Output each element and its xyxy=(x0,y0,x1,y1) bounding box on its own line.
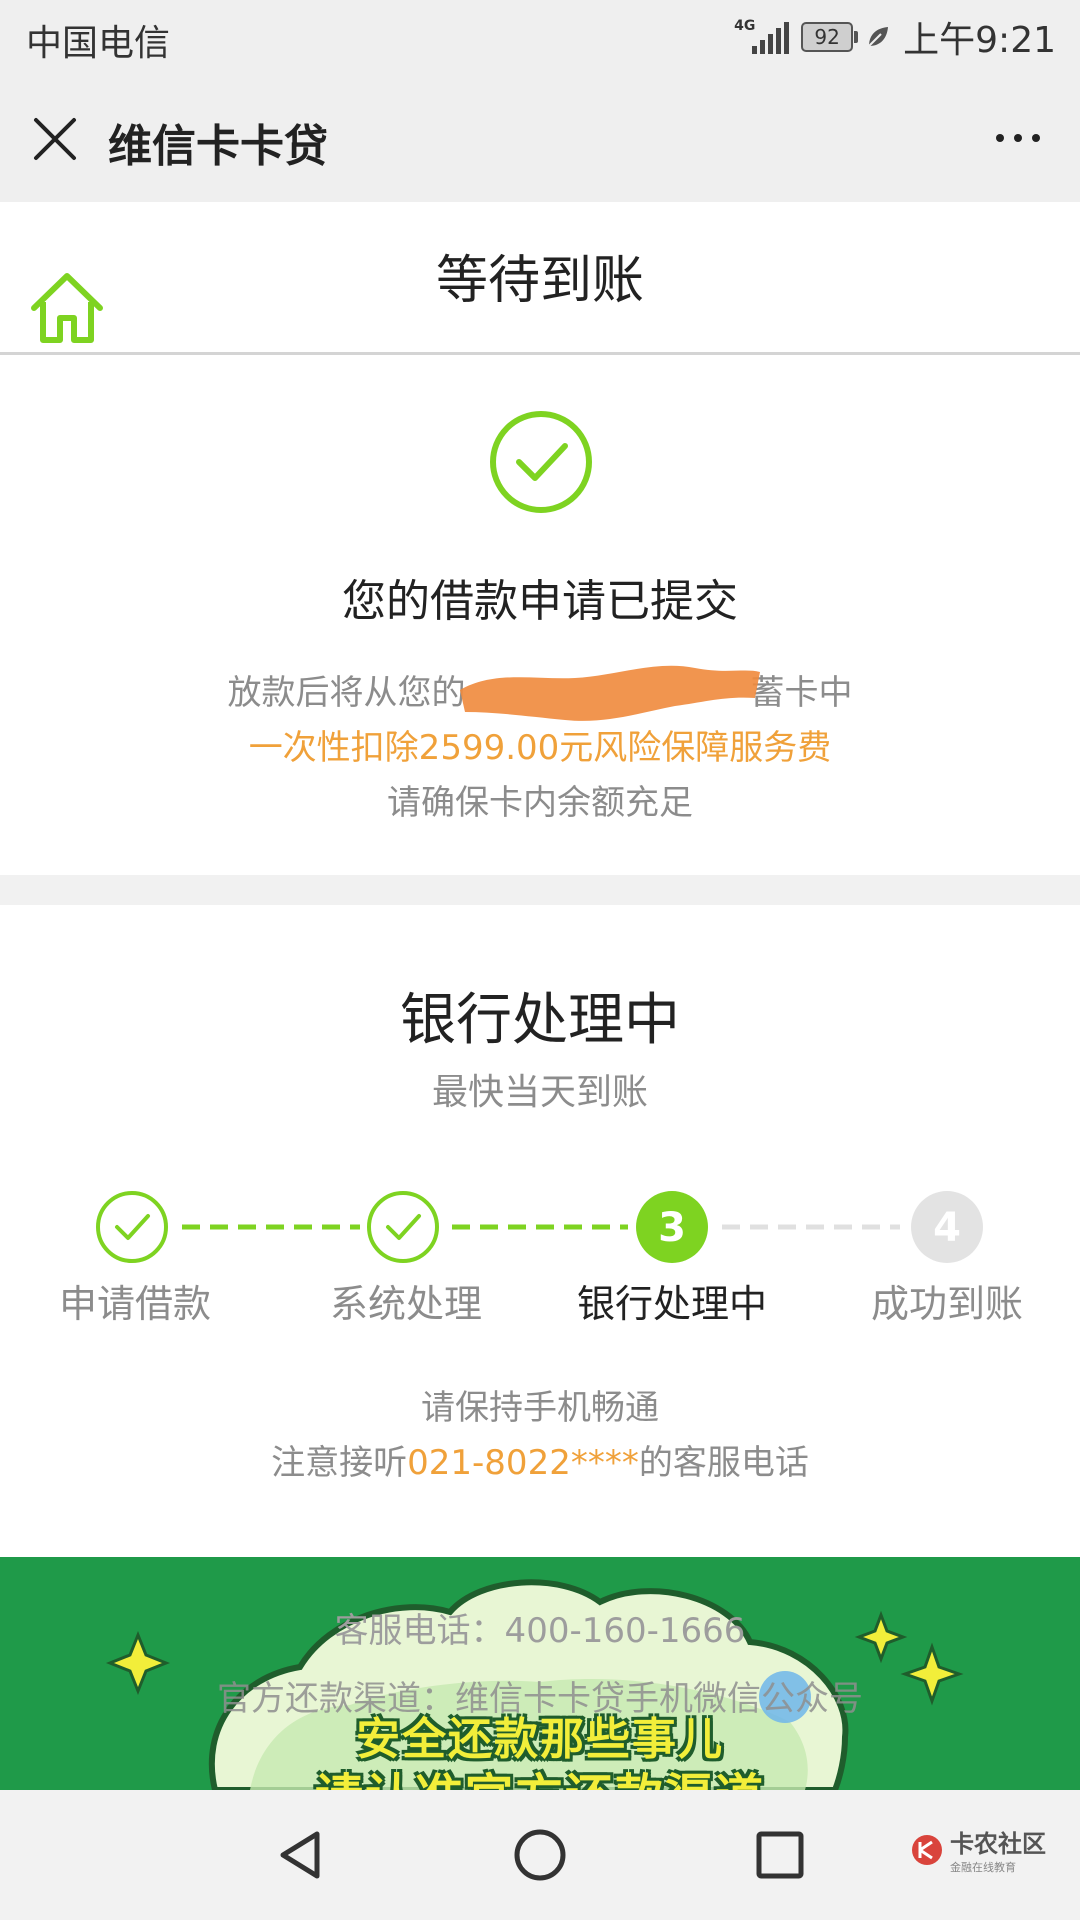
section-divider xyxy=(0,875,1080,905)
step-1-check-icon xyxy=(96,1191,168,1263)
step-4-pending: 4 xyxy=(911,1191,983,1263)
processing-title: 银行处理中 xyxy=(400,988,680,1053)
submission-title: 您的借款申请已提交 xyxy=(342,576,738,627)
call-hint-prefix: 注意接听 xyxy=(271,1443,408,1483)
app-title: 维信卡卡贷 xyxy=(108,121,328,172)
svg-text:4: 4 xyxy=(933,1205,961,1251)
keep-phone-hint: 请保持手机畅通 xyxy=(421,1388,659,1428)
redaction-scribble xyxy=(460,665,760,721)
carrier-label: 中国电信 xyxy=(26,23,171,64)
signal-icon: 4G xyxy=(734,18,790,54)
page-title: 等待到账 xyxy=(435,251,644,311)
call-hint: 注意接听021-8022****的客服电话 xyxy=(0,1435,1080,1484)
step-label-arrived: 成功到账 xyxy=(870,1282,1023,1326)
repayment-banner[interactable]: 客服电话：400-160-1666 安全还款那些事儿 官方还款渠道：维信卡卡贷手… xyxy=(0,1557,1080,1790)
status-bar: 中国电信 4G 92 上午9:21 xyxy=(0,0,1080,76)
call-hint-suffix: 的客服电话 xyxy=(638,1443,809,1483)
processing-subtitle: 最快当天到账 xyxy=(431,1072,648,1113)
service-phone-number: 021-8022**** xyxy=(407,1443,639,1483)
step-label-system: 系统处理 xyxy=(329,1282,482,1326)
official-repay-channel-text: 官方还款渠道：维信卡卡贷手机微信公众号 xyxy=(217,1679,863,1719)
watermark: 卡农社区 金融在线教育 xyxy=(910,1824,1046,1875)
clock-label: 上午9:21 xyxy=(903,20,1056,61)
balance-reminder: 请确保卡内余额充足 xyxy=(387,783,693,823)
banner-subheadline: 请认准官方还款渠道 xyxy=(0,1757,1080,1790)
watermark-title: 卡农社区 xyxy=(950,1830,1046,1858)
service-fee-note: 一次性扣除2599.00元风险保障服务费 xyxy=(248,728,832,768)
step-label-bank: 银行处理中 xyxy=(576,1282,767,1326)
processing-section: 银行处理中 最快当天到账 3 4 申请借款 系统处理 银行处理中 成功到账 请保… xyxy=(0,905,1080,1555)
watermark-logo-icon xyxy=(912,1834,942,1865)
network-type-label: 4G xyxy=(734,18,756,34)
battery-icon: 92 xyxy=(801,22,859,52)
leaf-icon xyxy=(868,27,889,47)
watermark-subtitle: 金融在线教育 xyxy=(950,1861,1016,1874)
success-check-icon xyxy=(490,411,592,513)
note-line1-left: 放款后将从您的 xyxy=(227,673,466,713)
step-label-apply: 申请借款 xyxy=(58,1282,211,1326)
recents-icon[interactable] xyxy=(745,1820,815,1890)
step-2-check-icon xyxy=(367,1191,439,1263)
submission-section: 您的借款申请已提交 放款后将从您的 蓄卡中 一次性扣除2599.00元风险保障服务… xyxy=(0,355,1080,875)
page-header: 等待到账 xyxy=(0,202,1080,355)
system-nav-bar: 卡农社区 金融在线教育 xyxy=(0,1790,1080,1920)
step-3-current: 3 xyxy=(636,1191,708,1263)
app-title-bar: 维信卡卡贷 xyxy=(0,76,1080,203)
svg-text:3: 3 xyxy=(658,1205,686,1251)
more-options-icon[interactable] xyxy=(996,118,1040,158)
home-circle-icon[interactable] xyxy=(505,1820,575,1890)
status-icons: 4G 92 上午9:21 xyxy=(734,12,1056,62)
back-icon[interactable] xyxy=(265,1820,335,1890)
progress-steps: 3 4 xyxy=(96,1191,983,1263)
note-line1-right: 蓄卡中 xyxy=(750,673,853,713)
close-icon[interactable] xyxy=(30,114,80,164)
service-hotline-text: 客服电话：400-160-1666 xyxy=(334,1611,746,1651)
